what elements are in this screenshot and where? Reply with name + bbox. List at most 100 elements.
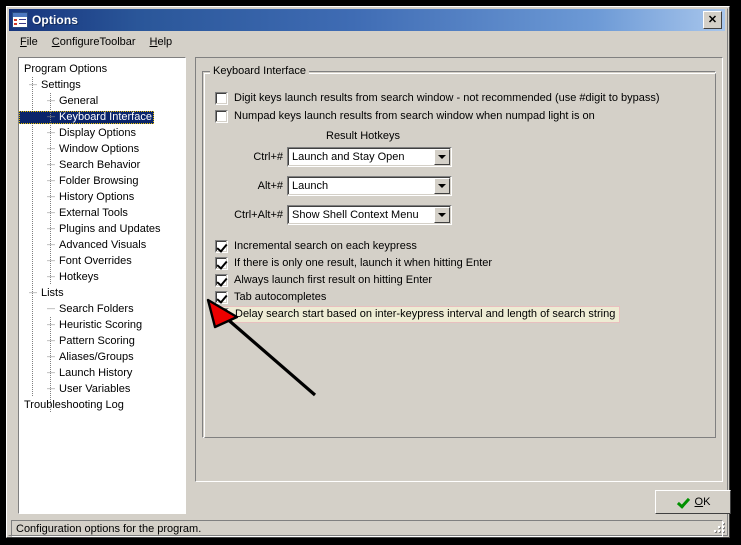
- hotkey-row-alt: Alt+# Launch: [215, 176, 452, 196]
- tree-item-lists[interactable]: — Lists: [19, 285, 185, 301]
- tree-item-label: Aliases/Groups: [59, 350, 134, 363]
- tree-connector-icon: —: [47, 224, 55, 233]
- tree-item-folder-browsing[interactable]: — Folder Browsing: [19, 173, 185, 189]
- tree-item-label: Plugins and Updates: [59, 222, 161, 235]
- tree-item-label: General: [59, 94, 99, 107]
- tree-item-general[interactable]: — General: [19, 93, 185, 109]
- tree-item-hotkeys[interactable]: — Hotkeys: [19, 269, 185, 285]
- tree-item-label: Hotkeys: [59, 270, 99, 283]
- keyboard-interface-groupbox: Keyboard Interface Digit keys launch res…: [202, 65, 716, 438]
- checkbox-digit-keys[interactable]: Digit keys launch results from search wi…: [215, 92, 660, 105]
- tree-item-label: Keyboard Interface: [19, 110, 154, 124]
- checkbox-always-launch-first[interactable]: Always launch first result on hitting En…: [215, 274, 432, 287]
- green-check-icon: [676, 496, 690, 508]
- tree-guide-line: [50, 317, 51, 413]
- resize-grip[interactable]: [713, 522, 726, 535]
- checkbox-delay-search-start-box[interactable]: [216, 308, 229, 321]
- hotkey-row-ctrl: Ctrl+# Launch and Stay Open: [215, 147, 452, 167]
- checkbox-numpad-keys[interactable]: Numpad keys launch results from search w…: [215, 110, 595, 123]
- tree-item-plugins-and-updates[interactable]: — Plugins and Updates: [19, 221, 185, 237]
- menu-bar[interactable]: File ConfigureToolbar Help: [9, 32, 725, 51]
- tree-item-label: Search Folders: [59, 302, 134, 315]
- checkbox-delay-search-start-label: Delay search start based on inter-keypre…: [235, 308, 616, 320]
- tree-item-font-overrides[interactable]: — Font Overrides: [19, 253, 185, 269]
- hotkey-combo-ctrl-value: Launch and Stay Open: [292, 151, 405, 163]
- tree-connector-icon: —: [47, 336, 55, 345]
- hotkey-label-ctrl: Ctrl+#: [253, 150, 283, 163]
- checkbox-digit-keys-box[interactable]: [215, 92, 228, 105]
- tree-connector-icon: —: [47, 240, 55, 249]
- chevron-down-icon[interactable]: [434, 178, 450, 194]
- tree-item-advanced-visuals[interactable]: — Advanced Visuals: [19, 237, 185, 253]
- hotkey-row-ctrlalt: Ctrl+Alt+# Show Shell Context Menu: [215, 205, 452, 225]
- options-checklist-icon: [12, 12, 28, 28]
- checkbox-always-launch-first-box[interactable]: [215, 274, 228, 287]
- options-window: Options ✕ File ConfigureToolbar Help Pro…: [6, 6, 731, 538]
- tree-connector-icon: —: [29, 288, 37, 297]
- checkbox-single-result-enter-label: If there is only one result, launch it w…: [234, 257, 493, 269]
- chevron-down-icon[interactable]: [434, 207, 450, 223]
- checkbox-single-result-enter[interactable]: If there is only one result, launch it w…: [215, 257, 492, 270]
- menu-item-configuretoolbar[interactable]: ConfigureToolbar: [45, 34, 143, 50]
- title-bar[interactable]: Options ✕: [9, 9, 725, 31]
- checkbox-numpad-keys-box[interactable]: [215, 110, 228, 123]
- ok-button[interactable]: OK: [655, 490, 731, 514]
- tree-connector-icon: —: [47, 96, 55, 105]
- tree-item-display-options[interactable]: — Display Options: [19, 125, 185, 141]
- tree-item-user-variables[interactable]: — User Variables: [19, 381, 185, 397]
- tree-item-search-behavior[interactable]: — Search Behavior: [19, 157, 185, 173]
- tree-item-window-options[interactable]: — Window Options: [19, 141, 185, 157]
- tree-item-label: Display Options: [59, 126, 137, 139]
- tree-item-troubleshooting-log[interactable]: Troubleshooting Log: [19, 397, 185, 413]
- checkbox-incremental-search[interactable]: Incremental search on each keypress: [215, 240, 417, 253]
- menu-item-help[interactable]: Help: [143, 34, 180, 50]
- tree-connector-icon: —: [47, 384, 55, 393]
- menu-item-file[interactable]: File: [13, 34, 45, 50]
- checkbox-tab-autocompletes-label: Tab autocompletes: [234, 291, 327, 303]
- tree-item-label: Font Overrides: [59, 254, 132, 267]
- status-bar: Configuration options for the program.: [11, 520, 723, 537]
- checkbox-numpad-keys-label: Numpad keys launch results from search w…: [234, 110, 595, 122]
- content-panel: Keyboard Interface Digit keys launch res…: [195, 57, 723, 482]
- ok-button-label: OK: [694, 496, 711, 508]
- hotkey-combo-ctrlalt-value: Show Shell Context Menu: [292, 209, 419, 221]
- checkbox-tab-autocompletes-box[interactable]: [215, 291, 228, 304]
- settings-tree[interactable]: Program Options — Settings — General — Keyboar…: [18, 57, 186, 514]
- hotkey-combo-ctrlalt[interactable]: Show Shell Context Menu: [287, 205, 452, 225]
- tree-item-label: Lists: [41, 286, 64, 299]
- close-button[interactable]: ✕: [703, 11, 722, 29]
- tree-item-label: Window Options: [59, 142, 140, 155]
- tree-item-label: History Options: [59, 190, 135, 203]
- tree-item-search-folders[interactable]: — Search Folders: [19, 301, 185, 317]
- tree-connector-icon: —: [47, 144, 55, 153]
- groupbox-title: Keyboard Interface: [210, 65, 309, 77]
- hotkey-combo-ctrl[interactable]: Launch and Stay Open: [287, 147, 452, 167]
- tree-connector-icon: —: [47, 208, 55, 217]
- tree-connector-icon: —: [47, 112, 55, 121]
- tree-connector-icon: —: [29, 80, 37, 89]
- tree-guide-line: [50, 93, 51, 285]
- tree-item-pattern-scoring[interactable]: — Pattern Scoring: [19, 333, 185, 349]
- checkbox-tab-autocompletes[interactable]: Tab autocompletes: [215, 291, 326, 304]
- tree-item-settings[interactable]: — Settings: [19, 77, 185, 93]
- result-hotkeys-title: Result Hotkeys: [326, 130, 400, 142]
- tree-item-aliases-groups[interactable]: — Aliases/Groups: [19, 349, 185, 365]
- tree-item-label: User Variables: [59, 382, 131, 395]
- tree-item-launch-history[interactable]: — Launch History: [19, 365, 185, 381]
- tree-item-external-tools[interactable]: — External Tools: [19, 205, 185, 221]
- checkbox-delay-search-start[interactable]: Delay search start based on inter-keypre…: [213, 306, 621, 323]
- hotkey-combo-alt[interactable]: Launch: [287, 176, 452, 196]
- checkbox-incremental-search-label: Incremental search on each keypress: [234, 240, 417, 252]
- tree-item-program-options[interactable]: Program Options: [19, 61, 185, 77]
- tree-connector-icon: —: [47, 176, 55, 185]
- checkbox-incremental-search-box[interactable]: [215, 240, 228, 253]
- tree-item-label: External Tools: [59, 206, 128, 219]
- tree-connector-icon: —: [47, 128, 55, 137]
- tree-item-keyboard-interface[interactable]: — Keyboard Interface: [19, 109, 185, 125]
- tree-item-heuristic-scoring[interactable]: — Heuristic Scoring: [19, 317, 185, 333]
- checkbox-single-result-enter-box[interactable]: [215, 257, 228, 270]
- tree-item-history-options[interactable]: — History Options: [19, 189, 185, 205]
- status-bar-text: Configuration options for the program.: [16, 522, 202, 535]
- tree-connector-icon: —: [47, 256, 55, 265]
- chevron-down-icon[interactable]: [434, 149, 450, 165]
